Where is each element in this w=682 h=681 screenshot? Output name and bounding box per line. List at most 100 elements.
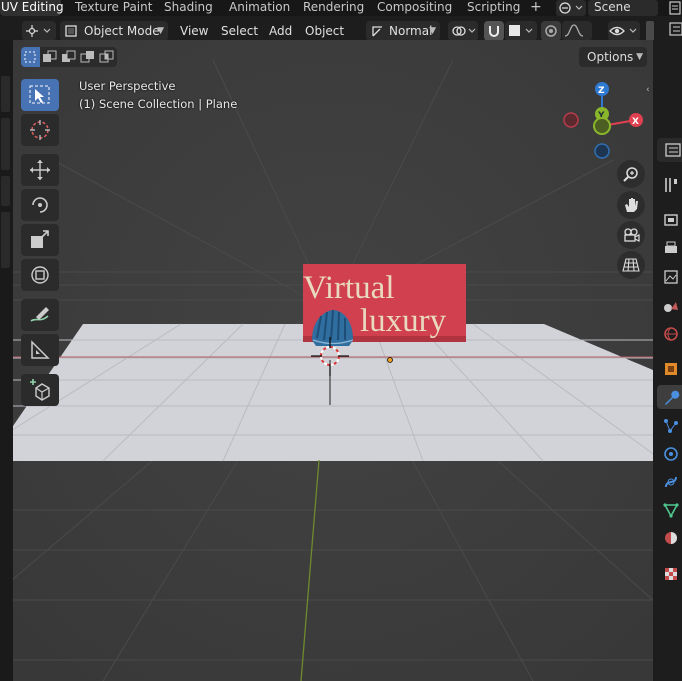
sidebar-tab-view[interactable] (1, 118, 10, 170)
tool-annotate[interactable] (21, 299, 59, 331)
gizmo-neg-z-icon[interactable] (594, 143, 610, 159)
tab-material-properties[interactable] (657, 525, 682, 549)
tab-tool-properties[interactable] (657, 172, 682, 196)
options-label: Options (587, 50, 634, 64)
camera-icon (624, 228, 640, 242)
header-overflow-indicator[interactable] (646, 21, 654, 41)
object-origin-dot (387, 357, 393, 363)
select-box-icon (29, 85, 50, 104)
tab-output-properties[interactable] (657, 236, 682, 260)
eye-icon (609, 26, 637, 36)
tab-scripting[interactable]: Scripting (467, 0, 520, 16)
menu-add[interactable]: Add (269, 21, 292, 41)
cursor-icon (30, 120, 50, 140)
gizmo-neg-x-icon[interactable] (563, 112, 579, 128)
particles-icon (664, 419, 678, 433)
tool-transform[interactable] (21, 259, 59, 291)
pivot-point-icon (452, 26, 476, 36)
render-icon (664, 214, 678, 226)
sidebar-tab-strip (0, 40, 13, 681)
tool-scale[interactable] (21, 224, 59, 256)
properties-icon (665, 143, 681, 157)
texture-checker-icon (665, 568, 677, 580)
tool-measure[interactable] (21, 334, 59, 366)
proportional-editing-toggle[interactable] (541, 21, 561, 41)
scene-selector-button[interactable] (556, 0, 586, 16)
chevron-down-icon: ▼ (157, 26, 164, 36)
wrench-screwdriver-icon (665, 178, 677, 192)
tool-cursor[interactable] (21, 114, 59, 146)
tab-object-properties[interactable] (657, 356, 682, 380)
tab-render-properties[interactable] (657, 207, 682, 231)
orientation-icon (372, 26, 382, 37)
camera-view-button[interactable] (617, 221, 645, 249)
select-extend-button[interactable] (40, 47, 59, 67)
tab-scene-properties[interactable] (657, 293, 682, 317)
snap-toggle[interactable] (484, 21, 504, 41)
tab-view-layer-properties[interactable] (657, 264, 682, 288)
view-layer-icon[interactable] (664, 0, 682, 16)
pan-button[interactable] (617, 191, 645, 219)
falloff-dropdown[interactable] (562, 21, 592, 41)
tab-world-properties[interactable] (657, 321, 682, 345)
perspective-toggle-button[interactable] (617, 251, 645, 279)
tab-physics-properties[interactable] (657, 441, 682, 465)
billboard-line1: Virtual (303, 270, 395, 306)
pivot-point-dropdown[interactable] (448, 21, 478, 41)
menu-select[interactable]: Select (221, 21, 258, 41)
tab-compositing[interactable]: Compositing (377, 0, 452, 16)
sidebar-tab-tool[interactable] (1, 76, 10, 112)
material-icon (665, 532, 677, 544)
options-dropdown[interactable]: Options ▼ (579, 47, 647, 67)
object-mode-dropdown[interactable]: Object Mode ▼ (60, 21, 168, 41)
tab-data-properties[interactable] (657, 497, 682, 521)
tab-constraints-properties[interactable] (657, 469, 682, 493)
select-intersect-icon (99, 50, 114, 63)
object-mode-label: Object Mode (84, 24, 160, 38)
tool-add-cube[interactable] (21, 374, 59, 406)
tab-particles-properties[interactable] (657, 413, 682, 437)
select-subtract-button[interactable] (59, 47, 78, 67)
menu-view[interactable]: View (180, 21, 208, 41)
falloff-curve-icon (564, 24, 584, 37)
chevron-down-icon: ▼ (429, 26, 436, 36)
annotate-icon (30, 307, 49, 322)
navigation-gizmo[interactable]: Y Z X (558, 76, 648, 164)
tool-select-box[interactable] (21, 79, 59, 111)
editor-type-button[interactable] (22, 21, 56, 41)
select-new-button[interactable] (21, 47, 40, 67)
tab-modifier-properties[interactable] (657, 385, 682, 409)
transform-orientation-dropdown[interactable]: Normal ▼ (366, 21, 440, 41)
select-invert-icon (80, 51, 94, 63)
tab-shading[interactable]: Shading (164, 0, 213, 16)
image-icon (664, 270, 678, 284)
scale-icon (31, 230, 49, 248)
tab-rendering[interactable]: Rendering (303, 0, 364, 16)
tool-rotate[interactable] (21, 189, 59, 221)
add-cube-icon (30, 379, 50, 401)
select-intersect-button[interactable] (97, 47, 117, 67)
object-visibility-dropdown[interactable] (608, 21, 640, 41)
perspective-label: User Perspective (79, 79, 176, 93)
tab-uv-editing[interactable]: UV Editing (0, 0, 64, 16)
gizmo-neg-y-icon[interactable] (593, 117, 611, 135)
grid-perspective-icon (622, 258, 640, 272)
rotate-icon (32, 197, 48, 213)
sidebar-tab-screencast[interactable] (1, 212, 10, 268)
snap-target-dropdown[interactable] (505, 21, 537, 41)
move-icon (30, 160, 50, 180)
outliner-icon[interactable] (666, 18, 682, 40)
tab-texture-properties[interactable] (657, 561, 682, 585)
scene-name-field[interactable]: Scene (588, 0, 658, 16)
select-invert-button[interactable] (78, 47, 97, 67)
properties-editor-type[interactable] (657, 138, 682, 162)
tab-animation[interactable]: Animation (229, 0, 290, 16)
menu-object[interactable]: Object (305, 21, 344, 41)
3d-viewport[interactable]: Virtual luxury (13, 40, 653, 681)
scene-icon (559, 2, 583, 14)
tab-texture-paint[interactable]: Texture Paint (75, 0, 152, 16)
add-workspace-button[interactable]: + (530, 0, 542, 16)
zoom-button[interactable] (617, 160, 645, 188)
sidebar-tab-item[interactable] (1, 176, 10, 206)
tool-move[interactable] (21, 154, 59, 186)
